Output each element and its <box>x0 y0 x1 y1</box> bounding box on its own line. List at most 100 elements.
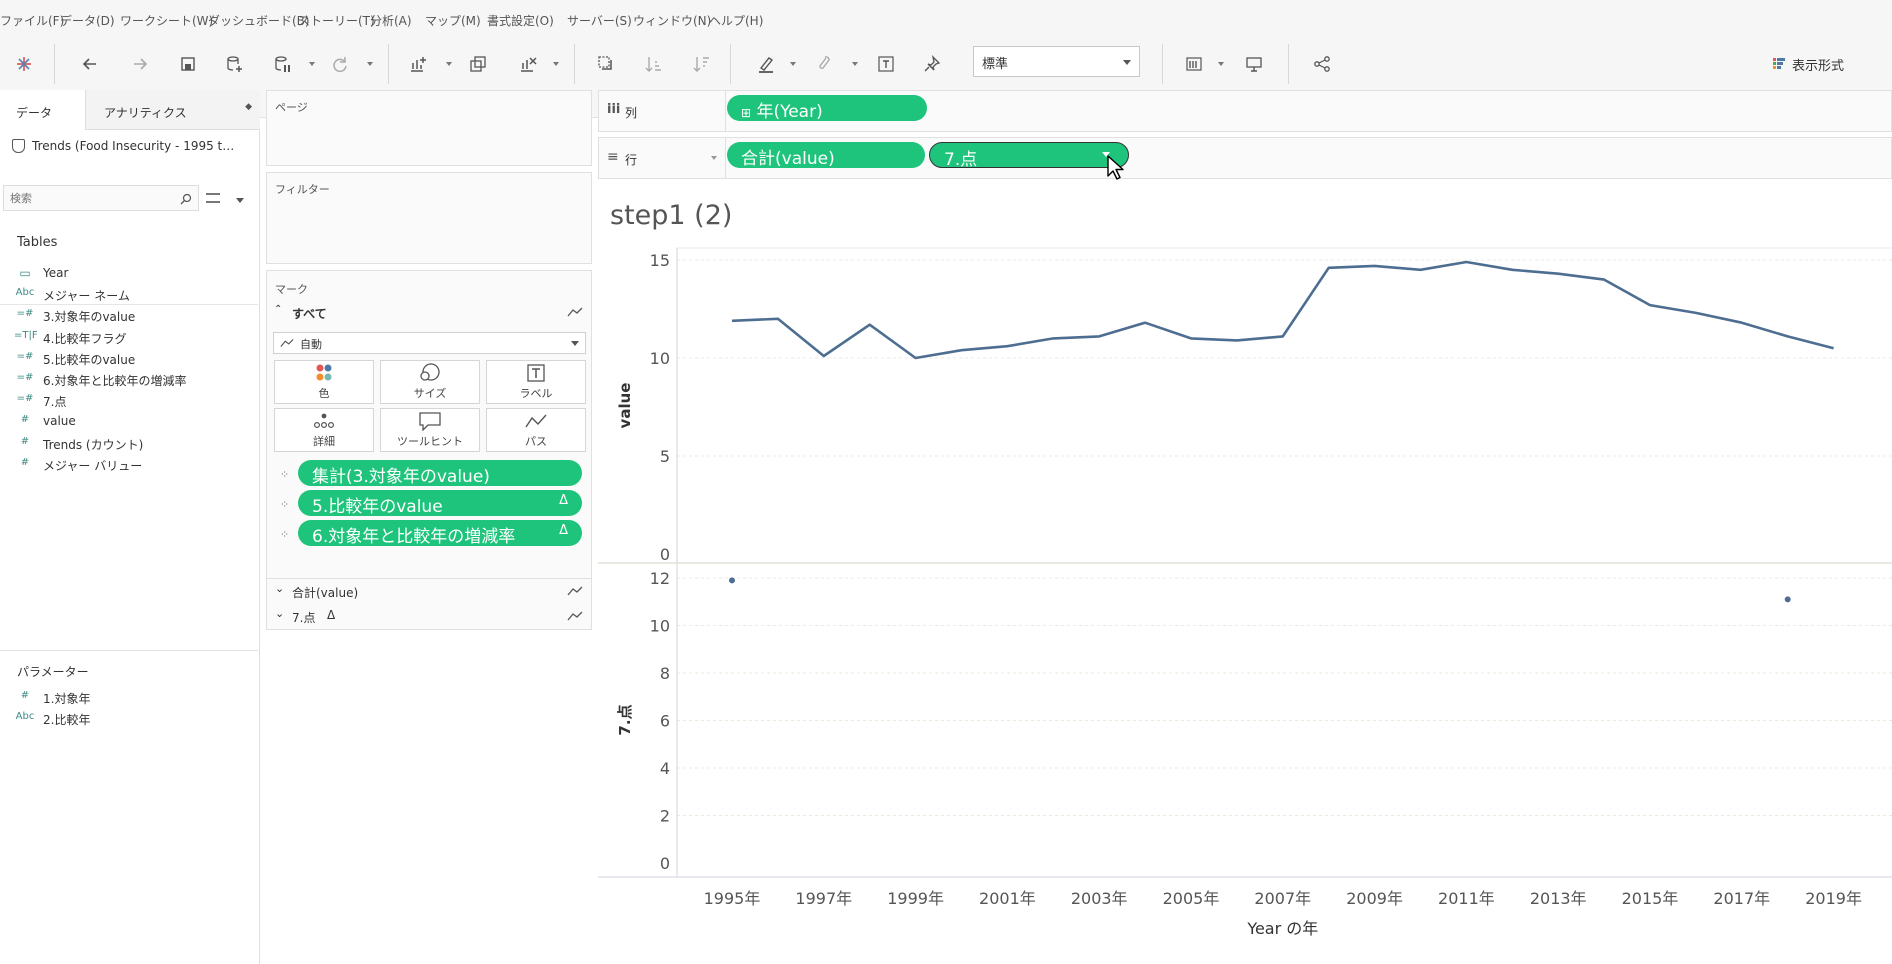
tableau-logo-icon[interactable] <box>6 48 42 80</box>
menu-file[interactable]: ファイル(F) <box>0 12 64 29</box>
undo-icon[interactable] <box>72 48 108 80</box>
field-item[interactable]: ▭ Year <box>0 264 258 284</box>
toolbar-divider <box>574 44 575 84</box>
detail-button[interactable]: 詳細 <box>274 408 374 452</box>
field-item[interactable]: =# 5.比較年のvalue <box>0 349 258 369</box>
group-members-icon[interactable] <box>806 48 842 80</box>
marks-pill[interactable]: 6.対象年と比較年の増減率 Δ <box>298 520 582 547</box>
field-item[interactable]: =# 6.対象年と比較年の増減率 <box>0 370 258 390</box>
line-mark-icon <box>567 586 583 596</box>
view-list-icon[interactable] <box>206 193 220 203</box>
pages-shelf[interactable]: ページ <box>266 90 592 166</box>
x-axis-title: Year の年 <box>1246 919 1318 938</box>
field-label: 7.点 <box>43 395 67 410</box>
detail-small-icon: ⁘ <box>280 468 290 481</box>
chevron-down-icon[interactable] <box>1218 62 1224 66</box>
parameter-item[interactable]: #1.対象年 <box>0 688 258 708</box>
search-input[interactable] <box>3 185 199 211</box>
clear-sheet-icon[interactable] <box>510 48 546 80</box>
save-icon[interactable] <box>170 48 206 80</box>
chevron-down-icon[interactable] <box>236 198 244 203</box>
size-button[interactable]: サイズ <box>380 360 480 404</box>
menu-worksheet[interactable]: ワークシート(W) <box>120 12 213 29</box>
show-me-button[interactable]: 表示形式 <box>1772 48 1882 80</box>
tab-menu-arrow-icon[interactable]: ◆ <box>245 102 252 112</box>
refresh-icon[interactable] <box>322 48 358 80</box>
marks-pill[interactable]: 集計(3.対象年のvalue) <box>298 460 582 487</box>
columns-pill-year[interactable]: ⊞ 年(Year) <box>727 95 927 122</box>
field-item[interactable]: =# 3.対象年のvalue <box>0 306 258 326</box>
sort-ascending-icon[interactable] <box>636 48 672 80</box>
menu-help[interactable]: ヘルプ(H) <box>709 12 763 29</box>
sort-descending-icon[interactable] <box>684 48 720 80</box>
menu-data[interactable]: データ(D) <box>60 12 115 29</box>
chevron-down-icon[interactable] <box>711 156 717 160</box>
tables-header: Tables <box>17 235 58 250</box>
point-mark <box>729 577 735 584</box>
field-item[interactable]: =T|F 4.比較年フラグ <box>0 328 258 348</box>
menu-map[interactable]: マップ(M) <box>425 12 481 29</box>
menu-story[interactable]: ストーリー(T) <box>298 12 375 29</box>
menu-server[interactable]: サーバー(S) <box>567 12 632 29</box>
field-item[interactable]: # Trends (カウント) <box>0 434 258 454</box>
show-hide-cards-icon[interactable] <box>1176 48 1212 80</box>
field-item[interactable]: # value <box>0 412 258 432</box>
rows-pill-point[interactable]: 7.点 <box>929 142 1129 170</box>
chevron-down-icon[interactable] <box>309 62 315 66</box>
collapse-icon: ⌃ <box>274 304 283 315</box>
field-label: Trends (カウント) <box>43 437 144 452</box>
marks-pill[interactable]: 5.比較年のvalue Δ <box>298 490 582 517</box>
path-icon <box>525 414 547 428</box>
chevron-down-icon[interactable] <box>852 62 858 66</box>
field-label: 6.対象年と比較年の増減率 <box>43 374 187 388</box>
tab-analytics[interactable]: アナリティクス ◆ <box>85 90 260 130</box>
chevron-down-icon[interactable] <box>446 62 452 66</box>
menu-window[interactable]: ウィンドウ(N) <box>633 12 711 29</box>
filters-shelf[interactable]: フィルター <box>266 172 592 264</box>
y-tick-label: 10 <box>650 349 670 368</box>
label-button[interactable]: ラベル <box>486 360 586 404</box>
mark-type-select[interactable]: 自動 <box>273 332 586 354</box>
redo-icon[interactable] <box>122 48 158 80</box>
tab-data[interactable]: データ <box>0 90 85 130</box>
color-button[interactable]: 色 <box>274 360 374 404</box>
swap-rows-columns-icon[interactable] <box>588 48 624 80</box>
parameter-item[interactable]: Abc 2.比較年 <box>0 709 258 729</box>
pause-updates-icon[interactable] <box>264 48 300 80</box>
chevron-down-icon[interactable] <box>367 62 373 66</box>
menu-dashboard[interactable]: ダッシュボード(B) <box>208 12 310 29</box>
new-datasource-icon[interactable] <box>216 48 252 80</box>
share-icon[interactable] <box>1304 48 1340 80</box>
search-icon[interactable] <box>180 193 192 205</box>
marks-card-point[interactable]: ⌄ 7.点 Δ <box>267 604 591 628</box>
presentation-mode-icon[interactable] <box>1236 48 1272 80</box>
chevron-down-icon[interactable] <box>790 62 796 66</box>
rows-shelf[interactable]: ≡ 行 合計(value) 7.点 <box>598 137 1892 179</box>
rows-pill-value[interactable]: 合計(value) <box>727 142 925 169</box>
tooltip-button[interactable]: ツールヒント <box>380 408 480 452</box>
show-mark-labels-icon[interactable] <box>868 48 904 80</box>
menu-format[interactable]: 書式設定(O) <box>487 12 554 29</box>
y-tick-label: 4 <box>660 759 670 778</box>
search-field[interactable] <box>4 186 164 210</box>
datasource-item[interactable]: Trends (Food Insecurity - 1995 t… <box>0 136 258 158</box>
menu-analysis[interactable]: 分析(A) <box>370 12 412 29</box>
marks-all-row[interactable]: ⌃ すべて <box>267 302 591 324</box>
size-icon <box>420 363 440 381</box>
fit-select[interactable]: 標準 <box>973 46 1140 77</box>
measure-type-icon: =# <box>16 350 34 362</box>
marks-card-value[interactable]: ⌄ 合計(value) <box>267 578 591 602</box>
delta-icon: Δ <box>559 523 568 538</box>
columns-shelf[interactable]: iii 列 ⊞ 年(Year) <box>598 90 1892 132</box>
new-worksheet-icon[interactable] <box>400 48 436 80</box>
color-label: 色 <box>318 387 330 400</box>
size-label: サイズ <box>413 387 447 400</box>
field-item[interactable]: =# 7.点 <box>0 391 258 411</box>
field-item[interactable]: # メジャー バリュー <box>0 455 258 475</box>
path-button[interactable]: パス <box>486 408 586 452</box>
highlight-icon[interactable] <box>748 48 784 80</box>
chevron-down-icon[interactable] <box>553 62 559 66</box>
fix-axes-pin-icon[interactable] <box>914 48 950 80</box>
duplicate-sheet-icon[interactable] <box>460 48 496 80</box>
field-item[interactable]: Abc メジャー ネーム <box>0 285 258 305</box>
